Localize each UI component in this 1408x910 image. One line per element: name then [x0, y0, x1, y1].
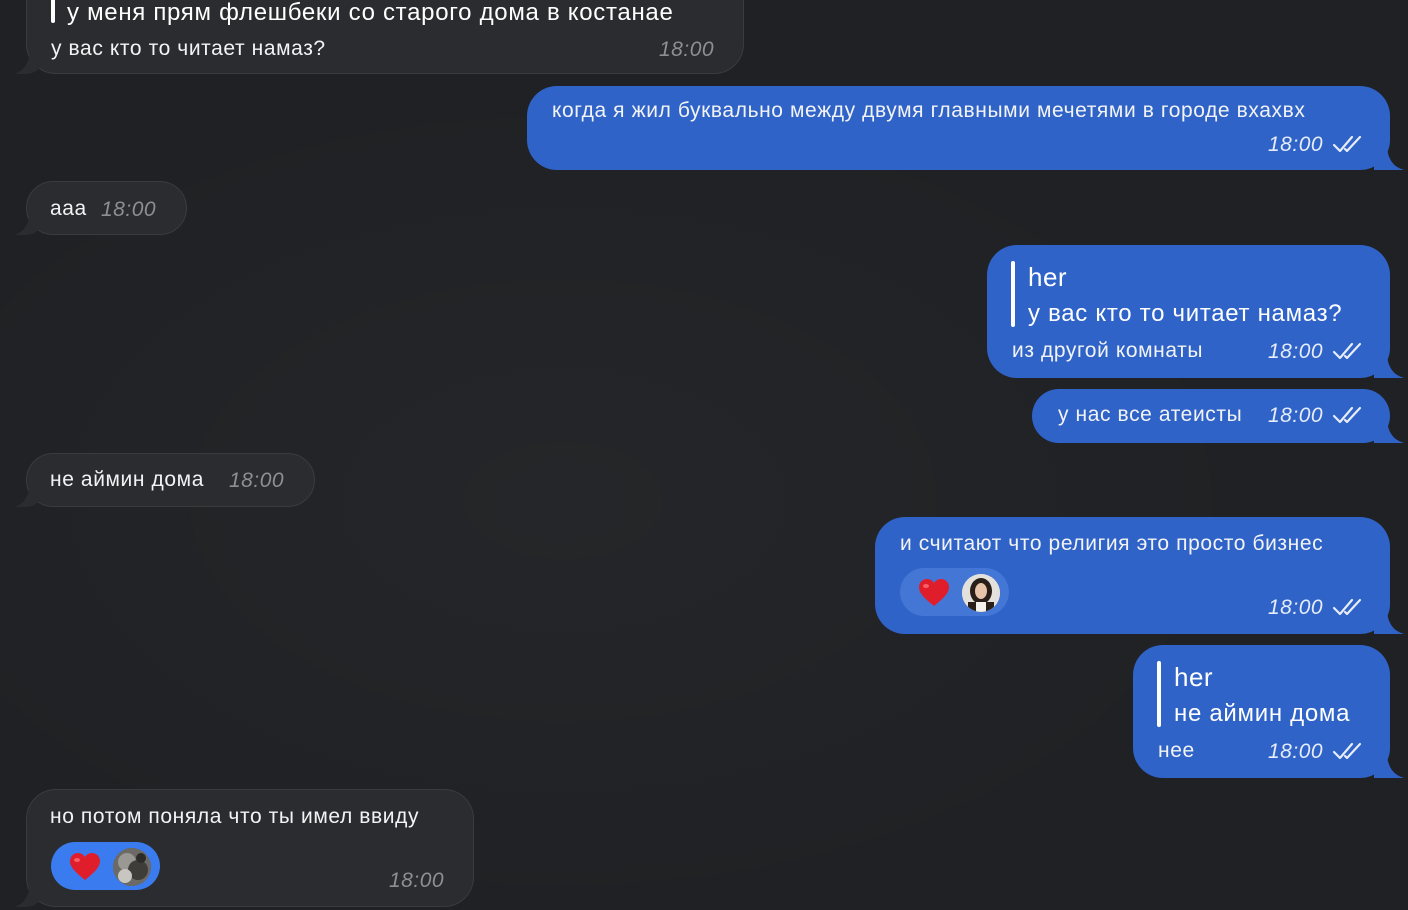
message-text: когда я жил буквально между двумя главны…	[552, 99, 1306, 122]
avatar	[113, 848, 151, 886]
quote-bar	[1157, 661, 1161, 727]
message-text: из другой комнаты	[1012, 339, 1204, 362]
message-time: 18:00	[659, 38, 715, 61]
message-time: 18:00	[1268, 133, 1324, 156]
message-text: у нас все атеисты	[1058, 403, 1243, 426]
message-text: и считают что религия это просто бизнес	[900, 532, 1324, 555]
message-incoming[interactable]: не аймин дома 18:00	[26, 453, 315, 507]
quoted-author: her	[1028, 262, 1068, 292]
message-text: у вас кто то читает намаз?	[51, 37, 326, 60]
heart-icon	[70, 853, 100, 880]
message-incoming[interactable]: ааа 18:00	[26, 181, 187, 235]
message-outgoing[interactable]: her у вас кто то читает намаз? из другой…	[987, 245, 1390, 378]
double-check-icon	[1332, 135, 1362, 153]
message-outgoing[interactable]: когда я жил буквально между двумя главны…	[527, 86, 1390, 170]
message-time: 18:00	[1268, 340, 1324, 363]
message-incoming[interactable]: у меня прям флешбеки со старого дома в к…	[26, 0, 744, 74]
quoted-text: у меня прям флешбеки со старого дома в к…	[67, 0, 674, 26]
message-time: 18:00	[229, 469, 285, 492]
message-time: 18:00	[389, 869, 445, 892]
message-text: но потом поняла что ты имел ввиду	[50, 805, 420, 828]
message-text: нее	[1158, 739, 1195, 762]
quoted-author: her	[1174, 662, 1214, 692]
message-time: 18:00	[1268, 404, 1324, 427]
double-check-icon	[1332, 742, 1362, 760]
reaction-badge[interactable]	[900, 568, 1009, 616]
quoted-text: у вас кто то читает намаз?	[1028, 300, 1343, 327]
quote-bar	[51, 0, 55, 23]
message-outgoing[interactable]: her не аймин дома нее 18:00	[1133, 645, 1390, 778]
message-incoming[interactable]: но потом поняла что ты имел ввиду 18:00	[26, 789, 474, 907]
quote-bar	[1011, 261, 1015, 327]
double-check-icon	[1332, 342, 1362, 360]
chat-history: у меня прям флешбеки со старого дома в к…	[0, 0, 1408, 910]
double-check-icon	[1332, 598, 1362, 616]
reaction-badge[interactable]	[51, 842, 160, 890]
message-outgoing[interactable]: у нас все атеисты 18:00	[1032, 389, 1390, 443]
double-check-icon	[1332, 406, 1362, 424]
avatar	[962, 574, 1000, 612]
message-text: ааа	[50, 197, 87, 220]
message-text: не аймин дома	[50, 468, 204, 491]
message-time: 18:00	[101, 198, 157, 221]
quoted-text: не аймин дома	[1174, 700, 1351, 727]
heart-icon	[919, 579, 949, 606]
message-time: 18:00	[1268, 740, 1324, 763]
message-time: 18:00	[1268, 596, 1324, 619]
message-outgoing[interactable]: и считают что религия это просто бизнес …	[875, 517, 1390, 634]
